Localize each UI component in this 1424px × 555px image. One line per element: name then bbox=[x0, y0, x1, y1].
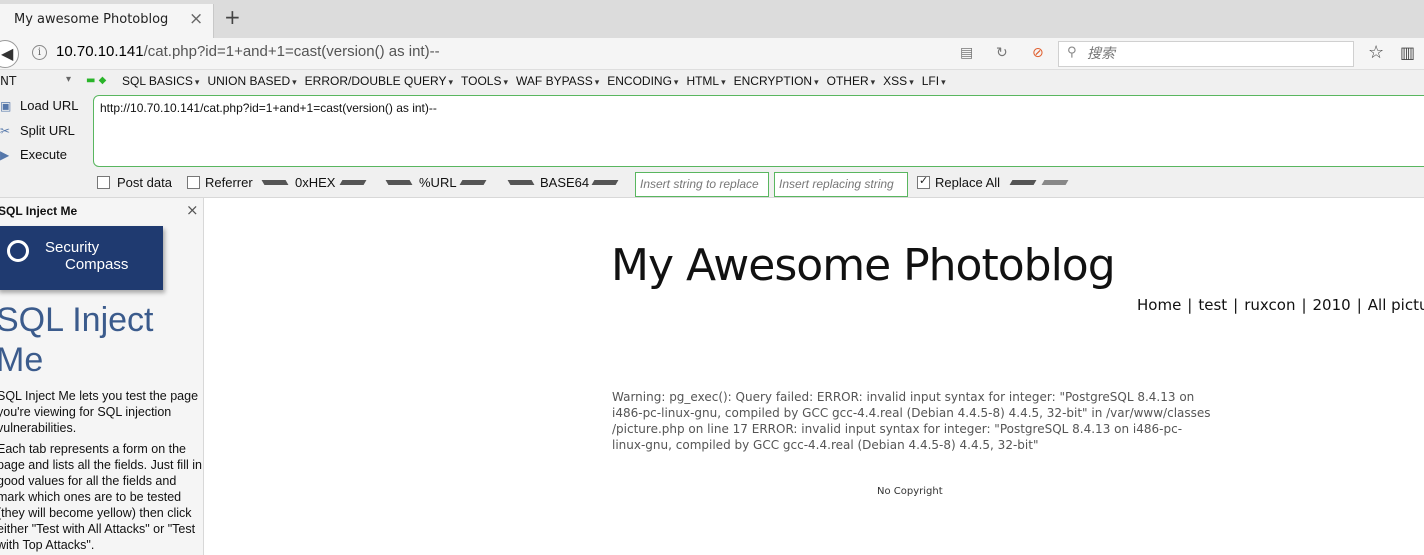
base64-encode-arrow-icon[interactable] bbox=[591, 177, 619, 187]
hackbar-select-value: NT bbox=[0, 74, 17, 88]
load-url-button[interactable]: ▣ Load URL bbox=[0, 98, 79, 113]
post-data-checkbox[interactable] bbox=[97, 176, 110, 189]
referrer-label: Referrer bbox=[205, 175, 253, 190]
replace-arrow-icon[interactable] bbox=[1009, 177, 1037, 187]
referrer-checkbox[interactable] bbox=[187, 176, 200, 189]
url-encode-label: %URL bbox=[419, 175, 457, 190]
hackbar-select[interactable]: NT ▾ bbox=[0, 74, 80, 88]
execute-icon: ▶ bbox=[0, 148, 10, 162]
sidebar-paragraph-2: Each tab represents a form on the page a… bbox=[0, 442, 202, 552]
close-tab-icon[interactable]: × bbox=[189, 9, 203, 29]
nav-link-2010[interactable]: 2010 bbox=[1313, 296, 1351, 314]
menu-html[interactable]: HTML bbox=[686, 74, 725, 88]
new-tab-icon[interactable]: + bbox=[224, 5, 241, 29]
close-sidebar-icon[interactable]: × bbox=[186, 201, 199, 219]
tab-strip: My awesome Photoblog × + bbox=[0, 0, 1424, 38]
back-arrow-icon: ◀ bbox=[1, 44, 14, 63]
status-dots-icon: ▬ ◆ bbox=[86, 75, 107, 86]
replace-all-checkbox[interactable] bbox=[917, 174, 930, 189]
replace-all-label: Replace All bbox=[935, 175, 1001, 190]
page-content: My Awesome Photoblog Home | test | ruxcon | 20… bbox=[205, 198, 1424, 555]
nav-link-ruxcon[interactable]: ruxcon bbox=[1244, 296, 1295, 314]
search-box[interactable]: ⚲ bbox=[1058, 41, 1354, 67]
logo-line2: Compass bbox=[65, 256, 129, 273]
base64-decode-arrow-icon[interactable] bbox=[507, 177, 535, 187]
search-input[interactable] bbox=[1087, 44, 1347, 64]
nav-link-home[interactable]: Home bbox=[1137, 296, 1181, 314]
tab-photoblog[interactable]: My awesome Photoblog × bbox=[0, 4, 214, 38]
sidebar-title: SQL Inject Me bbox=[0, 204, 78, 218]
hackbar-panel: ▣ Load URL ✂ Split URL ▶ Execute http://10.… bbox=[0, 94, 1424, 198]
block-icon[interactable]: ⊘ bbox=[1032, 45, 1044, 61]
url-path: /cat.php?id=1+and+1=cast(version() as in… bbox=[143, 43, 440, 60]
sql-inject-me-sidebar: SQL Inject Me × Security Compass SQL Inj… bbox=[0, 198, 204, 555]
tab-title: My awesome Photoblog bbox=[14, 12, 169, 27]
url-host: 10.70.10.141 bbox=[56, 43, 144, 60]
menu-encryption[interactable]: ENCRYPTION bbox=[734, 74, 819, 88]
url-decode-arrow-icon[interactable] bbox=[385, 177, 413, 187]
nav-link-test[interactable]: test bbox=[1198, 296, 1227, 314]
url-bar[interactable]: 10.70.10.141/cat.php?id=1+and+1=cast(ver… bbox=[56, 43, 440, 60]
nav-bar: ◀ i 10.70.10.141/cat.php?id=1+and+1=cast… bbox=[0, 38, 1424, 70]
menu-waf-bypass[interactable]: WAF BYPASS bbox=[516, 74, 599, 88]
security-compass-logo: Security Compass bbox=[0, 226, 163, 290]
hex-label: 0xHEX bbox=[295, 175, 336, 190]
sidebar-heading: SQL Inject Me bbox=[0, 301, 154, 379]
info-icon[interactable]: i bbox=[32, 45, 47, 60]
footer-copyright: No Copyright bbox=[877, 486, 943, 497]
url-encode-arrow-icon[interactable] bbox=[459, 177, 487, 187]
base64-label: BASE64 bbox=[540, 175, 590, 190]
menu-encoding[interactable]: ENCODING bbox=[607, 74, 678, 88]
menu-error-double-query[interactable]: ERROR/DOUBLE QUERY bbox=[305, 74, 453, 88]
sidebar-paragraph-1: SQL Inject Me lets you test the page you… bbox=[0, 389, 199, 435]
hex-decode-arrow-icon[interactable] bbox=[261, 177, 289, 187]
menu-xss[interactable]: XSS bbox=[883, 74, 914, 88]
back-button[interactable]: ◀ bbox=[0, 40, 19, 68]
search-icon: ⚲ bbox=[1067, 45, 1077, 60]
hackbar-menu: NT ▾ ▬ ◆ SQL BASICS UNION BASED ERROR/DO… bbox=[0, 70, 1424, 94]
menu-sql-basics[interactable]: SQL BASICS bbox=[122, 74, 199, 88]
split-url-icon: ✂ bbox=[0, 124, 11, 138]
reader-icon[interactable]: ▤ bbox=[960, 45, 973, 61]
execute-button[interactable]: ▶ Execute bbox=[0, 147, 67, 162]
logo-line1: Security bbox=[45, 239, 100, 256]
library-icon[interactable]: ▥ bbox=[1400, 43, 1415, 62]
replace-string-input[interactable]: Insert string to replace bbox=[635, 172, 769, 197]
nav-link-all-pictures[interactable]: All pictures bbox=[1368, 296, 1424, 314]
reload-icon[interactable]: ↻ bbox=[996, 45, 1008, 61]
bookmark-star-icon[interactable]: ☆ bbox=[1368, 42, 1384, 63]
split-url-button[interactable]: ✂ Split URL bbox=[0, 123, 75, 138]
page-title: My Awesome Photoblog bbox=[611, 240, 1116, 291]
menu-other[interactable]: OTHER bbox=[827, 74, 876, 88]
chevron-down-icon: ▾ bbox=[66, 74, 72, 85]
menu-tools[interactable]: TOOLS bbox=[461, 74, 508, 88]
hex-encode-arrow-icon[interactable] bbox=[339, 177, 367, 187]
menu-union-based[interactable]: UNION BASED bbox=[207, 74, 296, 88]
load-url-icon: ▣ bbox=[0, 99, 12, 113]
sql-error-warning: Warning: pg_exec(): Query failed: ERROR:… bbox=[612, 390, 1211, 452]
hackbar-url-textarea[interactable]: http://10.70.10.141/cat.php?id=1+and+1=c… bbox=[93, 95, 1424, 167]
site-nav: Home|test|ruxcon|2010|All pictures bbox=[1137, 296, 1424, 314]
hackbar-menu-items: SQL BASICS UNION BASED ERROR/DOUBLE QUER… bbox=[122, 74, 946, 88]
globe-icon bbox=[7, 240, 29, 262]
replace-all-arrow-icon[interactable] bbox=[1041, 177, 1069, 187]
menu-lfi[interactable]: LFI bbox=[922, 74, 946, 88]
post-data-label: Post data bbox=[117, 175, 172, 190]
replacing-string-input[interactable]: Insert replacing string bbox=[774, 172, 908, 197]
